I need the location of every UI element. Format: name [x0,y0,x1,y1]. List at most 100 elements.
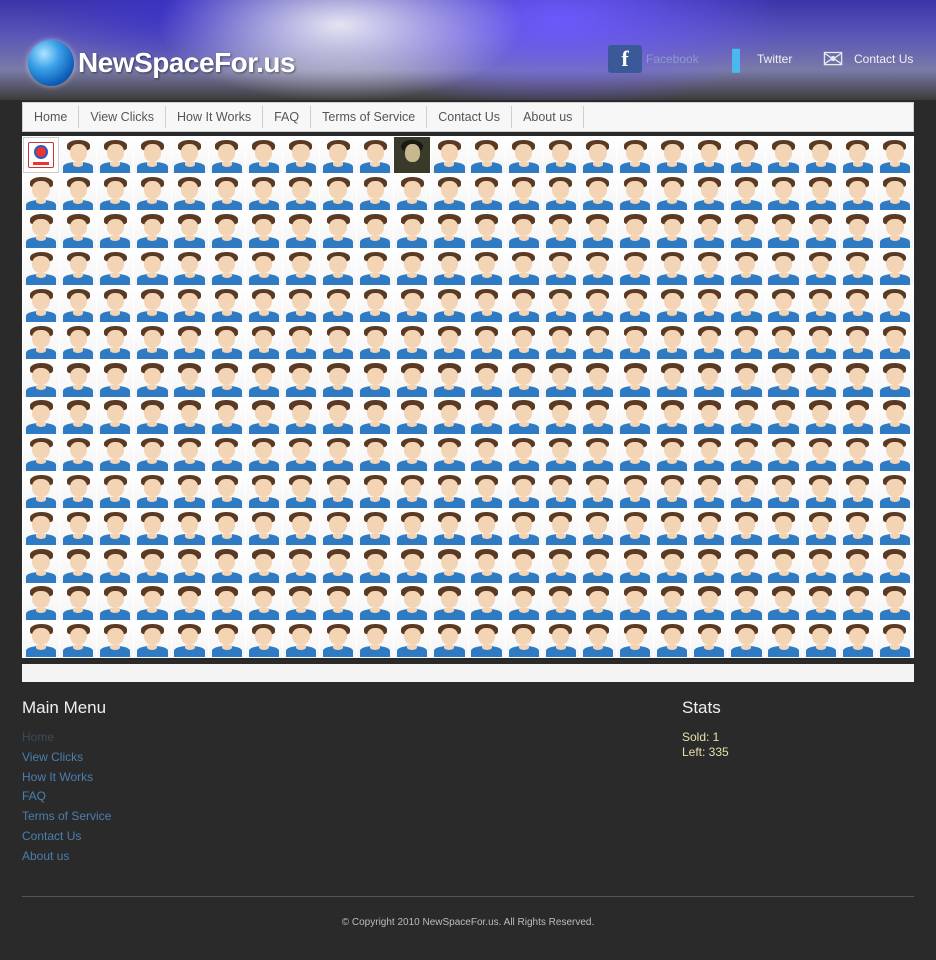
available-slot[interactable] [542,471,579,509]
available-slot[interactable] [431,471,468,509]
available-slot[interactable] [60,546,97,583]
available-slot[interactable] [431,211,468,248]
available-slot[interactable] [431,323,468,360]
available-slot[interactable] [208,137,245,174]
available-slot[interactable] [23,434,60,471]
available-slot[interactable] [23,546,60,583]
available-slot[interactable] [542,248,579,285]
available-slot[interactable] [431,360,468,397]
available-slot[interactable] [579,509,616,546]
available-slot[interactable] [134,285,171,323]
available-slot[interactable] [357,360,394,397]
available-slot[interactable] [468,471,505,509]
available-slot[interactable] [134,397,171,434]
available-slot[interactable] [802,620,839,657]
available-slot[interactable] [654,248,691,285]
available-slot[interactable] [357,509,394,546]
available-slot[interactable] [654,285,691,323]
nav-item-about[interactable]: About us [512,106,585,128]
available-slot[interactable] [171,471,208,509]
available-slot[interactable] [765,509,802,546]
available-slot[interactable] [134,583,171,620]
available-slot[interactable] [97,137,134,174]
available-slot[interactable] [171,360,208,397]
available-slot[interactable] [282,137,319,174]
available-slot[interactable] [691,174,728,211]
available-slot[interactable] [765,248,802,285]
available-slot[interactable] [802,434,839,471]
available-slot[interactable] [579,360,616,397]
available-slot[interactable] [654,583,691,620]
available-slot[interactable] [542,620,579,657]
available-slot[interactable] [431,583,468,620]
available-slot[interactable] [245,323,282,360]
nav-item-home[interactable]: Home [23,106,80,128]
available-slot[interactable] [60,248,97,285]
available-slot[interactable] [579,248,616,285]
available-slot[interactable] [60,620,97,657]
available-slot[interactable] [394,620,431,657]
available-slot[interactable] [542,137,579,174]
available-slot[interactable] [394,174,431,211]
available-slot[interactable] [691,360,728,397]
available-slot[interactable] [765,583,802,620]
available-slot[interactable] [839,509,876,546]
available-slot[interactable] [208,360,245,397]
available-slot[interactable] [320,174,357,211]
available-slot[interactable] [23,397,60,434]
available-slot[interactable] [654,620,691,657]
nav-item-how-it-works[interactable]: How It Works [166,106,264,128]
available-slot[interactable] [282,620,319,657]
available-slot[interactable] [208,285,245,323]
available-slot[interactable] [654,546,691,583]
available-slot[interactable] [431,285,468,323]
available-slot[interactable] [765,397,802,434]
available-slot[interactable] [654,509,691,546]
available-slot[interactable] [320,546,357,583]
available-slot[interactable] [617,285,654,323]
available-slot[interactable] [839,434,876,471]
available-slot[interactable] [245,509,282,546]
available-slot[interactable] [60,285,97,323]
available-slot[interactable] [171,285,208,323]
available-slot[interactable] [654,323,691,360]
footer-link-home[interactable]: Home [22,728,111,748]
available-slot[interactable] [765,285,802,323]
available-slot[interactable] [245,546,282,583]
available-slot[interactable] [245,137,282,174]
available-slot[interactable] [134,509,171,546]
available-slot[interactable] [320,248,357,285]
available-slot[interactable] [468,434,505,471]
available-slot[interactable] [802,360,839,397]
available-slot[interactable] [97,360,134,397]
available-slot[interactable] [691,323,728,360]
available-slot[interactable] [468,360,505,397]
nav-item-faq[interactable]: FAQ [263,106,312,128]
available-slot[interactable] [728,546,765,583]
available-slot[interactable] [765,323,802,360]
available-slot[interactable] [357,546,394,583]
available-slot[interactable] [245,397,282,434]
available-slot[interactable] [23,285,60,323]
available-slot[interactable] [134,434,171,471]
available-slot[interactable] [357,583,394,620]
available-slot[interactable] [579,546,616,583]
available-slot[interactable] [171,509,208,546]
available-slot[interactable] [728,620,765,657]
available-slot[interactable] [802,174,839,211]
available-slot[interactable] [505,211,542,248]
available-slot[interactable] [320,211,357,248]
available-slot[interactable] [579,174,616,211]
available-slot[interactable] [468,583,505,620]
footer-link-faq[interactable]: FAQ [22,787,111,807]
available-slot[interactable] [505,248,542,285]
available-slot[interactable] [654,397,691,434]
available-slot[interactable] [691,471,728,509]
available-slot[interactable] [505,620,542,657]
available-slot[interactable] [542,583,579,620]
available-slot[interactable] [282,323,319,360]
available-slot[interactable] [282,471,319,509]
available-slot[interactable] [728,174,765,211]
available-slot[interactable] [97,583,134,620]
available-slot[interactable] [97,174,134,211]
